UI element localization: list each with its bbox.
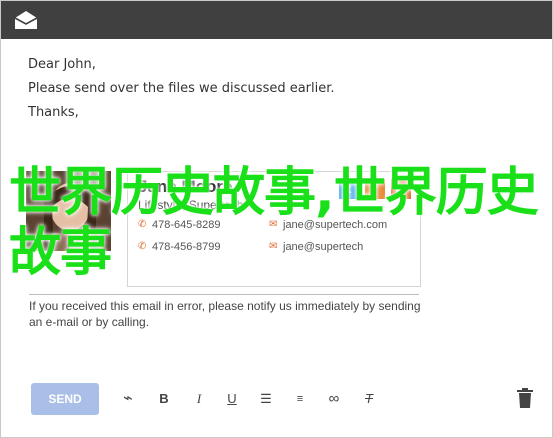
send-button[interactable]: SEND [31,383,99,415]
clear-format-icon[interactable]: T [360,390,378,408]
numbered-list-icon[interactable]: ≡ [291,390,309,408]
closing-text: Thanks, [28,105,79,120]
link-icon[interactable]: ∞ [325,390,343,408]
disclaimer-text: If you received this email in error, ple… [29,299,421,329]
title-bar [1,1,552,39]
mail-icon[interactable] [13,9,39,31]
email-composer: Dear John, Please send over the files we… [0,0,553,438]
bold-icon[interactable]: B [155,390,173,408]
attach-icon[interactable]: ⌁ [119,390,137,408]
underline-icon[interactable]: U [223,390,241,408]
greeting-text: Dear John, [28,57,96,72]
trash-icon[interactable] [516,388,534,408]
bulleted-list-icon[interactable]: ☰ [257,390,275,408]
overlay-watermark-text: 世界历史故事,世界历史故事 [9,163,539,283]
divider [29,294,419,295]
message-line: Please send over the files we discussed … [28,81,335,96]
italic-icon[interactable]: I [190,390,208,408]
